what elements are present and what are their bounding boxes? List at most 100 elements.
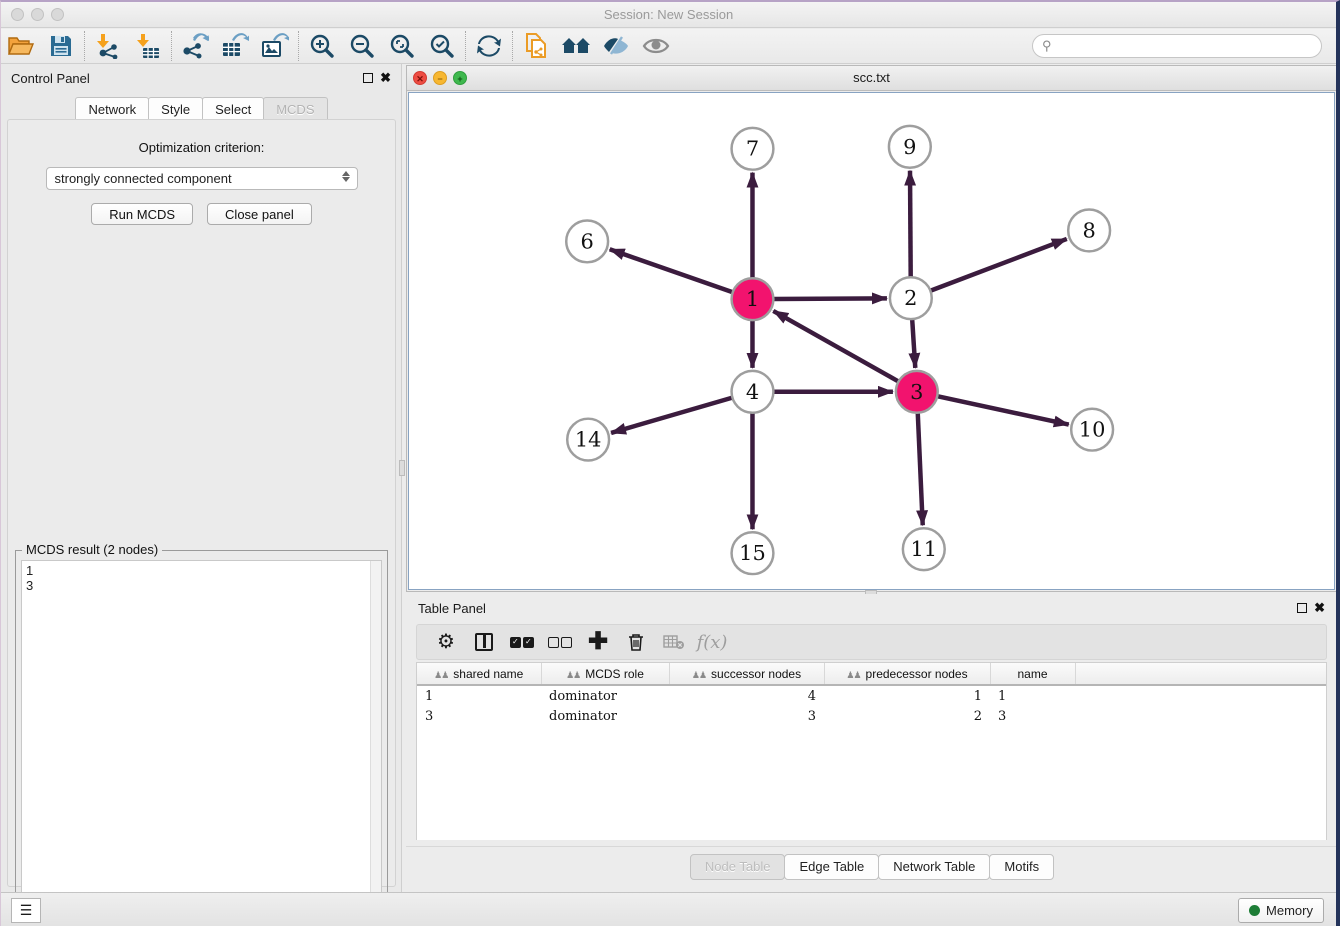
table-cell[interactable]: dominator bbox=[541, 685, 669, 706]
home-layout-icon[interactable] bbox=[556, 30, 596, 62]
hierarchy-icon: ♟♟ bbox=[566, 670, 580, 680]
column-header-empty bbox=[1075, 663, 1326, 685]
table-cell[interactable]: 2 bbox=[824, 706, 990, 727]
search-input[interactable] bbox=[1057, 36, 1321, 56]
delete-column-icon[interactable] bbox=[617, 627, 655, 657]
optimization-criterion-select[interactable]: strongly connected component bbox=[46, 167, 358, 190]
mcds-result-box: MCDS result (2 nodes) 1 3 bbox=[15, 550, 388, 926]
split-columns-icon[interactable] bbox=[465, 627, 503, 657]
memory-button[interactable]: Memory bbox=[1238, 898, 1324, 923]
zoom-selected-icon[interactable] bbox=[422, 30, 462, 62]
hierarchy-icon: ♟♟ bbox=[846, 670, 860, 680]
task-history-icon[interactable]: ☰ bbox=[11, 898, 41, 923]
status-bar: ☰ Memory bbox=[1, 892, 1336, 926]
import-network-icon[interactable] bbox=[88, 30, 128, 62]
titlebar: Session: New Session bbox=[1, 2, 1336, 28]
mcds-result-legend: MCDS result (2 nodes) bbox=[22, 542, 162, 557]
table-toolbar: ⚙ ✚ f(x) bbox=[416, 624, 1327, 660]
export-network-icon[interactable] bbox=[175, 30, 215, 62]
table-panel-title: Table Panel bbox=[418, 601, 486, 616]
control-panel-title: Control Panel bbox=[11, 71, 90, 86]
tab-network-table[interactable]: Network Table bbox=[878, 854, 990, 880]
graph-node-label-3: 3 bbox=[910, 380, 923, 404]
network-window-titlebar[interactable]: ✕ − + scc.txt bbox=[407, 66, 1336, 91]
result-scrollbar[interactable] bbox=[370, 561, 381, 921]
table-row[interactable]: 1dominator411 bbox=[417, 685, 1326, 706]
edge-2-9[interactable] bbox=[910, 171, 911, 278]
graph-node-label-9: 9 bbox=[903, 135, 916, 159]
edge-2-3[interactable] bbox=[912, 319, 915, 368]
toolbar-separator bbox=[298, 31, 299, 61]
save-session-icon[interactable] bbox=[41, 30, 81, 62]
toolbar-separator bbox=[84, 31, 85, 61]
mcds-result-text[interactable]: 1 3 bbox=[21, 560, 382, 922]
search-box[interactable]: ⚲ bbox=[1032, 34, 1322, 58]
clear-checkboxes-icon[interactable] bbox=[541, 627, 579, 657]
vertical-split-handle[interactable] bbox=[399, 460, 405, 476]
table-panel: Table Panel ✖ ⚙ ✚ f(x) bbox=[406, 594, 1337, 892]
edge-3-11[interactable] bbox=[918, 413, 923, 526]
chevron-updown-icon bbox=[342, 171, 350, 182]
column-header-mcds-role[interactable]: ♟♟MCDS role bbox=[541, 663, 669, 685]
close-table-panel-icon[interactable]: ✖ bbox=[1314, 603, 1325, 613]
edge-1-2[interactable] bbox=[773, 298, 887, 299]
table-cell[interactable]: 3 bbox=[417, 706, 541, 727]
column-header-predecessor-nodes[interactable]: ♟♟predecessor nodes bbox=[824, 663, 990, 685]
select-all-checkboxes-icon[interactable] bbox=[503, 627, 541, 657]
zoom-out-icon[interactable] bbox=[342, 30, 382, 62]
edge-1-6[interactable] bbox=[610, 249, 733, 292]
graph-node-label-8: 8 bbox=[1082, 218, 1095, 242]
column-header-name[interactable]: name bbox=[990, 663, 1075, 685]
memory-label: Memory bbox=[1266, 903, 1313, 918]
show-all-icon[interactable] bbox=[636, 30, 676, 62]
table-cell[interactable]: 3 bbox=[990, 706, 1075, 727]
tab-node-table[interactable]: Node Table bbox=[690, 854, 786, 880]
application-window: Session: New Session bbox=[0, 0, 1340, 926]
control-panel: Control Panel ✖ Network Style Select MCD… bbox=[1, 64, 402, 892]
toolbar-separator bbox=[171, 31, 172, 61]
add-column-icon[interactable]: ✚ bbox=[579, 627, 617, 657]
column-header-successor-nodes[interactable]: ♟♟successor nodes bbox=[669, 663, 824, 685]
edge-4-14[interactable] bbox=[611, 398, 732, 433]
tab-edge-table[interactable]: Edge Table bbox=[784, 854, 879, 880]
network-canvas[interactable]: 7968124314101511 bbox=[408, 92, 1335, 590]
copy-network-icon[interactable] bbox=[516, 30, 556, 62]
table-cell[interactable]: 4 bbox=[669, 685, 824, 706]
edge-2-8[interactable] bbox=[930, 239, 1066, 291]
close-panel-icon[interactable]: ✖ bbox=[380, 73, 391, 83]
edge-3-1[interactable] bbox=[773, 311, 898, 382]
table-cell[interactable]: 3 bbox=[669, 706, 824, 727]
gear-icon[interactable]: ⚙ bbox=[427, 627, 465, 657]
zoom-fit-icon[interactable] bbox=[382, 30, 422, 62]
hide-selected-icon[interactable] bbox=[596, 30, 636, 62]
tab-motifs[interactable]: Motifs bbox=[989, 854, 1054, 880]
delete-table-icon bbox=[655, 627, 693, 657]
edge-3-10[interactable] bbox=[937, 396, 1068, 424]
node-table-body: 1dominator4113dominator323 bbox=[417, 685, 1326, 727]
export-image-icon[interactable] bbox=[255, 30, 295, 62]
refresh-icon[interactable] bbox=[469, 30, 509, 62]
toolbar-separator bbox=[465, 31, 466, 61]
float-table-panel-icon[interactable] bbox=[1297, 603, 1307, 613]
graph-node-label-14: 14 bbox=[575, 428, 602, 452]
import-table-icon[interactable] bbox=[128, 30, 168, 62]
close-panel-button[interactable]: Close panel bbox=[207, 203, 312, 225]
table-row[interactable]: 3dominator323 bbox=[417, 706, 1326, 727]
node-table[interactable]: ♟♟shared name ♟♟MCDS role ♟♟successor no… bbox=[416, 662, 1327, 840]
open-session-icon[interactable] bbox=[1, 30, 41, 62]
table-cell[interactable]: 1 bbox=[990, 685, 1075, 706]
app-title: Session: New Session bbox=[1, 7, 1336, 22]
graph-node-label-6: 6 bbox=[580, 229, 593, 253]
toolbar-separator bbox=[512, 31, 513, 61]
network-view-window: ✕ − + scc.txt 7968124314101511 bbox=[406, 65, 1337, 592]
export-table-icon[interactable] bbox=[215, 30, 255, 62]
graph-node-label-10: 10 bbox=[1079, 418, 1106, 442]
float-panel-icon[interactable] bbox=[363, 73, 373, 83]
column-header-shared-name[interactable]: ♟♟shared name bbox=[417, 663, 541, 685]
table-cell[interactable]: 1 bbox=[824, 685, 990, 706]
optimization-criterion-label: Optimization criterion: bbox=[8, 140, 395, 155]
run-mcds-button[interactable]: Run MCDS bbox=[91, 203, 193, 225]
table-cell[interactable]: dominator bbox=[541, 706, 669, 727]
zoom-in-icon[interactable] bbox=[302, 30, 342, 62]
table-cell[interactable]: 1 bbox=[417, 685, 541, 706]
